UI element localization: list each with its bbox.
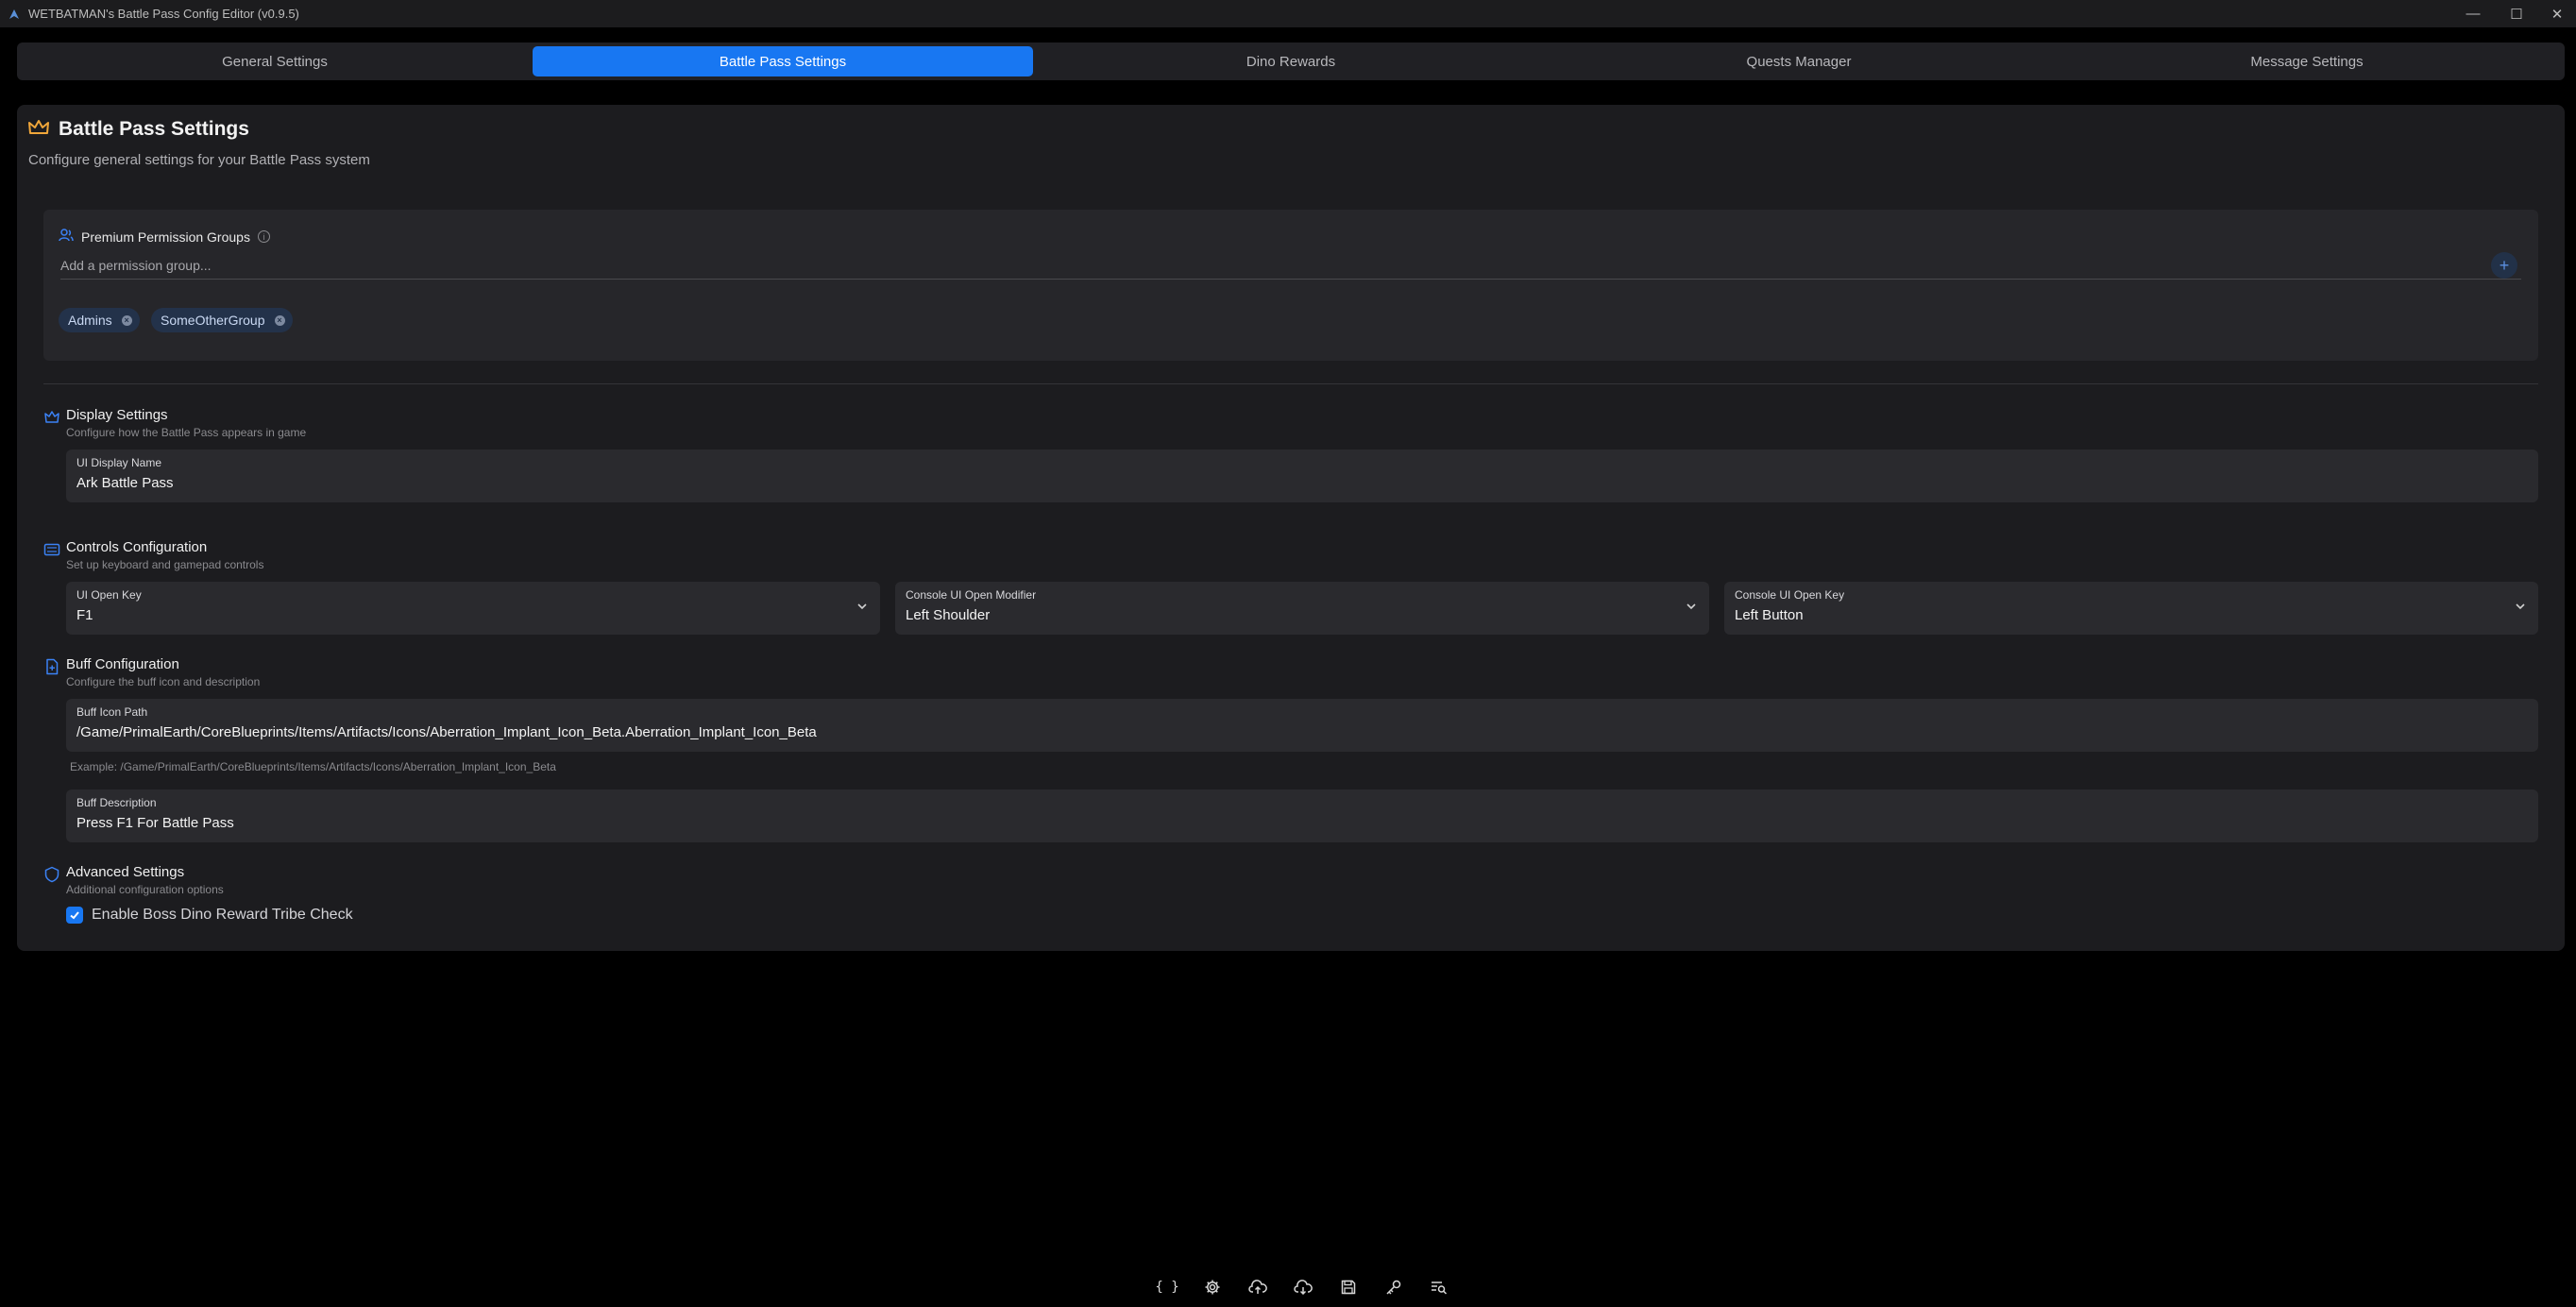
controls-config-title: Controls Configuration	[66, 539, 208, 555]
remove-chip-icon[interactable]: ×	[121, 314, 132, 326]
console-open-modifier-value: Left Shoulder	[906, 607, 991, 623]
app-logo-icon	[8, 8, 21, 21]
cloud-upload-icon[interactable]	[1235, 1277, 1280, 1298]
display-settings-title: Display Settings	[66, 407, 168, 423]
permission-groups-label: Premium Permission Groups	[81, 229, 250, 245]
info-icon[interactable]: i	[257, 230, 270, 243]
save-icon[interactable]	[1326, 1277, 1371, 1298]
document-plus-icon	[43, 658, 60, 675]
advanced-settings-header: Advanced Settings Additional configurati…	[43, 864, 224, 896]
buff-config-header: Buff Configuration Configure the buff ic…	[43, 656, 260, 688]
permission-chip-admins: Admins ×	[59, 308, 140, 332]
buff-description-value: Press F1 For Battle Pass	[76, 815, 234, 831]
bottom-toolbar: { }	[1144, 1277, 1462, 1298]
ui-display-name-label: UI Display Name	[76, 456, 162, 469]
crown-icon	[28, 119, 49, 141]
advanced-settings-subtitle: Additional configuration options	[66, 883, 224, 896]
settings-panel: Battle Pass Settings Configure general s…	[17, 105, 2565, 951]
keyboard-icon	[43, 541, 60, 558]
key-icon[interactable]	[1371, 1277, 1416, 1298]
ui-open-key-value: F1	[76, 607, 93, 623]
gear-icon[interactable]	[1190, 1277, 1235, 1298]
controls-config-header: Controls Configuration Set up keyboard a…	[43, 539, 263, 571]
remove-chip-icon[interactable]: ×	[274, 314, 285, 326]
buff-icon-path-value: /Game/PrimalEarth/CoreBlueprints/Items/A…	[76, 724, 817, 740]
maximize-button[interactable]: ☐	[2495, 0, 2538, 27]
minimize-button[interactable]: —	[2451, 0, 2495, 27]
close-icon: ✕	[2551, 6, 2564, 23]
search-list-icon[interactable]	[1416, 1277, 1462, 1298]
console-open-key-select[interactable]: Console UI Open Key Left Button	[1724, 582, 2538, 635]
permission-groups-card: Premium Permission Groups i Add a permis…	[43, 210, 2538, 361]
buff-icon-path-field[interactable]: Buff Icon Path /Game/PrimalEarth/CoreBlu…	[66, 699, 2538, 752]
minimize-icon: —	[2466, 6, 2481, 22]
cloud-download-icon[interactable]	[1280, 1277, 1326, 1298]
tab-dino-rewards[interactable]: Dino Rewards	[1041, 46, 1541, 76]
chevron-down-icon	[856, 600, 869, 613]
chevron-down-icon	[1685, 600, 1698, 613]
tab-bar: General Settings Battle Pass Settings Di…	[17, 42, 2565, 80]
title-bar: WETBATMAN's Battle Pass Config Editor (v…	[0, 0, 2576, 27]
ui-open-key-select[interactable]: UI Open Key F1	[66, 582, 880, 635]
controls-config-subtitle: Set up keyboard and gamepad controls	[66, 558, 264, 571]
users-icon	[59, 229, 74, 245]
advanced-settings-title: Advanced Settings	[66, 864, 185, 880]
display-settings-header: Display Settings Configure how the Battl…	[43, 407, 306, 439]
buff-description-label: Buff Description	[76, 796, 157, 809]
page-title: Battle Pass Settings	[59, 118, 249, 140]
buff-icon-path-label: Buff Icon Path	[76, 705, 148, 719]
ui-display-name-value: Ark Battle Pass	[76, 475, 174, 491]
console-open-modifier-label: Console UI Open Modifier	[906, 588, 1037, 602]
section-divider	[43, 383, 2538, 384]
shield-icon	[43, 866, 60, 883]
close-button[interactable]: ✕	[2538, 0, 2576, 27]
checkmark-icon	[70, 911, 79, 920]
chevron-down-icon	[2514, 600, 2527, 613]
ui-display-name-field[interactable]: UI Display Name Ark Battle Pass	[66, 450, 2538, 502]
tab-battle-pass-settings[interactable]: Battle Pass Settings	[533, 46, 1033, 76]
permission-group-input[interactable]: Add a permission group... +	[60, 251, 2521, 280]
buff-config-title: Buff Configuration	[66, 656, 179, 672]
boss-check-checkbox[interactable]	[66, 907, 83, 924]
maximize-icon: ☐	[2510, 6, 2523, 23]
ui-open-key-label: UI Open Key	[76, 588, 142, 602]
boss-check-row[interactable]: Enable Boss Dino Reward Tribe Check	[66, 907, 353, 924]
permission-group-placeholder: Add a permission group...	[60, 257, 212, 273]
boss-check-label: Enable Boss Dino Reward Tribe Check	[92, 907, 353, 923]
buff-config-subtitle: Configure the buff icon and description	[66, 675, 261, 688]
tab-message-settings[interactable]: Message Settings	[2057, 46, 2557, 76]
chip-label: SomeOtherGroup	[161, 313, 265, 328]
display-settings-subtitle: Configure how the Battle Pass appears in…	[66, 426, 307, 439]
console-open-modifier-select[interactable]: Console UI Open Modifier Left Shoulder	[895, 582, 1709, 635]
permission-groups-header: Premium Permission Groups i	[59, 229, 270, 245]
console-open-key-label: Console UI Open Key	[1735, 588, 1845, 602]
console-open-key-value: Left Button	[1735, 607, 1804, 623]
permission-chip-someothergroup: SomeOtherGroup ×	[151, 308, 293, 332]
page-subtitle: Configure general settings for your Batt…	[28, 152, 370, 168]
add-permission-group-button[interactable]: +	[2491, 252, 2517, 279]
window-title: WETBATMAN's Battle Pass Config Editor (v…	[28, 7, 299, 21]
page-header: Battle Pass Settings	[28, 118, 249, 141]
chip-label: Admins	[68, 313, 112, 328]
buff-description-field[interactable]: Buff Description Press F1 For Battle Pas…	[66, 789, 2538, 842]
buff-icon-path-hint: Example: /Game/PrimalEarth/CoreBlueprint…	[70, 760, 556, 773]
tab-general-settings[interactable]: General Settings	[25, 46, 525, 76]
tab-quests-manager[interactable]: Quests Manager	[1549, 46, 2049, 76]
crown-outline-icon	[43, 409, 60, 426]
json-braces-icon[interactable]: { }	[1144, 1277, 1190, 1298]
plus-icon: +	[2499, 255, 2510, 275]
